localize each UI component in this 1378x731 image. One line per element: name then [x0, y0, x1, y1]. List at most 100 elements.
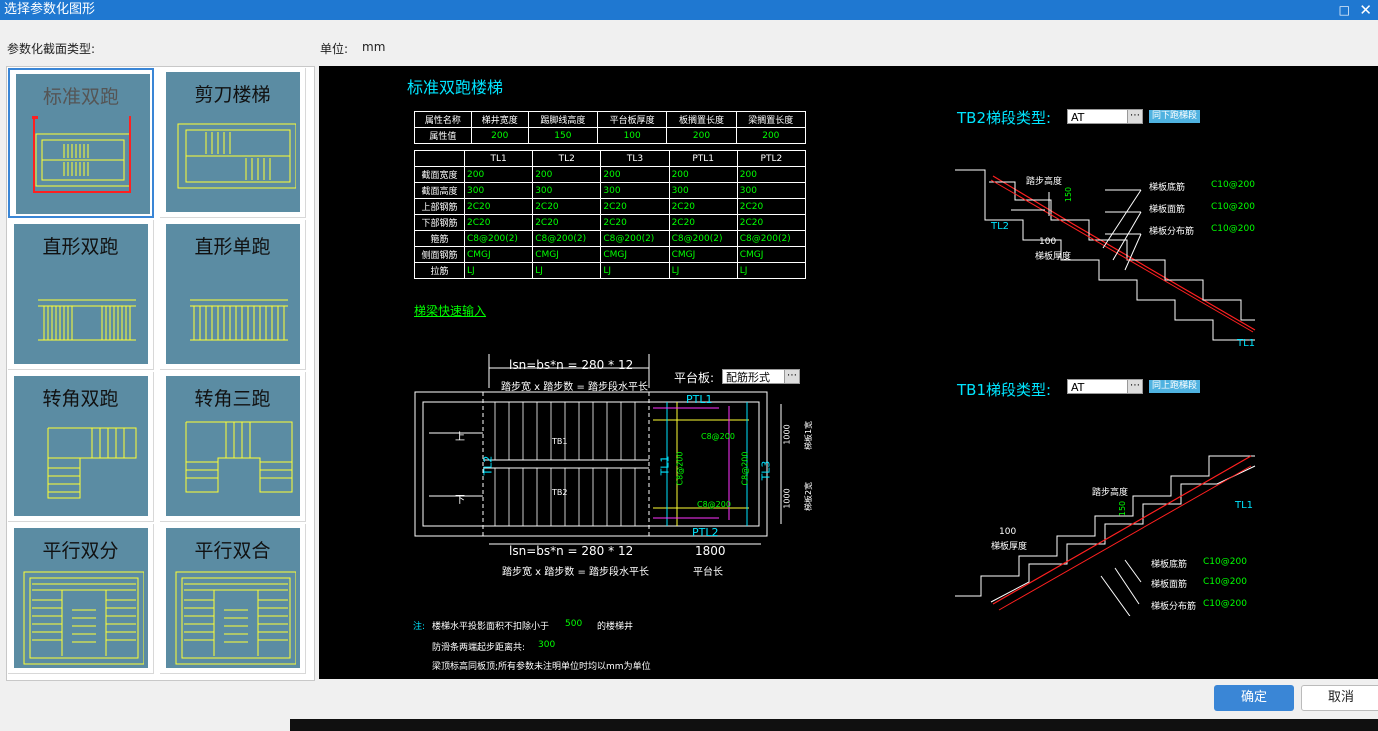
formula-bottom-note: 踏步宽 x 踏步数 = 踏步段水平长: [502, 567, 650, 578]
same-as-lower-run-button[interactable]: 同下跑梯段: [1149, 110, 1201, 123]
same-as-upper-run-button[interactable]: 同上跑梯段: [1149, 380, 1201, 393]
platform-form-select[interactable]: 配筋形式 ⋯: [722, 369, 800, 384]
thumb-corner-double[interactable]: 转角双跑: [8, 372, 154, 522]
thumb-scissor[interactable]: 剪刀楼梯: [160, 68, 306, 218]
beam-header-cell: [414, 150, 465, 167]
prop-header-cell: 梯井宽度: [470, 111, 529, 128]
prop-value-cell[interactable]: 100: [596, 127, 668, 144]
ellipsis-icon[interactable]: ⋯: [784, 370, 799, 383]
beam-cell[interactable]: C8@200(2): [532, 230, 602, 247]
beam-cell[interactable]: 2C20: [600, 198, 670, 215]
beam-cell[interactable]: 2C20: [736, 198, 807, 215]
prop-value-cell[interactable]: 200: [735, 127, 807, 144]
close-icon[interactable]: ✕: [1359, 0, 1372, 20]
up-label: 上: [455, 432, 465, 443]
tb2-dist-bar-value: C10@200: [1211, 224, 1255, 234]
beam-cell[interactable]: 300: [532, 182, 602, 199]
thumb-corner-triple[interactable]: 转角三跑: [160, 372, 306, 522]
beam-cell[interactable]: 2C20: [736, 214, 807, 231]
beam-row-label: 箍筋: [414, 230, 465, 247]
maximize-icon[interactable]: □: [1339, 0, 1350, 20]
thumb-straight-double[interactable]: 直形双跑: [8, 220, 154, 370]
cancel-button[interactable]: 取消: [1301, 685, 1378, 711]
formula-bottom: lsn=bs*n = 280 * 12: [509, 544, 634, 558]
thumb-label: 直形单跑: [194, 236, 271, 258]
beam-row-label: 截面高度: [414, 182, 465, 199]
formula-top-note: 踏步宽 x 踏步数 = 踏步段水平长: [501, 382, 649, 393]
beam-cell[interactable]: 300: [668, 182, 738, 199]
beam-cell[interactable]: 2C20: [463, 198, 534, 215]
ellipsis-icon[interactable]: ⋯: [1127, 380, 1142, 393]
beam-cell[interactable]: 2C20: [668, 198, 738, 215]
thumb-label: 平行双分: [42, 540, 119, 562]
beam-cell[interactable]: LJ: [668, 262, 738, 279]
beam-cell[interactable]: C8@200(2): [736, 230, 807, 247]
beam-cell[interactable]: C8@200(2): [463, 230, 534, 247]
beam-cell[interactable]: CMGJ: [600, 246, 670, 263]
beam-cell[interactable]: 200: [463, 166, 534, 183]
tl2-label: TL2: [481, 455, 495, 476]
beam-row-label: 截面宽度: [414, 166, 465, 183]
ok-button[interactable]: 确定: [1214, 685, 1294, 711]
beam-header-row: TL1 TL2 TL3 PTL1 PTL2: [414, 150, 807, 167]
beam-row-label: 侧面钢筋: [414, 246, 465, 263]
beam-header-cell: TL2: [532, 150, 602, 167]
beam-cell[interactable]: CMGJ: [736, 246, 807, 263]
c8-bottom: C8@200: [697, 500, 731, 509]
quick-input-link[interactable]: 梯梁快速输入: [414, 302, 486, 319]
beam-cell[interactable]: 2C20: [600, 214, 670, 231]
property-header-row: 属性名称 梯井宽度 踢脚线高度 平台板厚度 板搁置长度 梁搁置长度: [414, 111, 807, 128]
beam-cell[interactable]: LJ: [463, 262, 534, 279]
beam-cell[interactable]: CMGJ: [463, 246, 534, 263]
beam-cell[interactable]: LJ: [532, 262, 602, 279]
beam-cell[interactable]: 2C20: [463, 214, 534, 231]
prop-value-label: 属性值: [414, 127, 472, 144]
stair-plan-icon: [32, 116, 131, 193]
beam-row-label: 拉筋: [414, 262, 465, 279]
beam-cell[interactable]: 200: [600, 166, 670, 183]
beam-cell[interactable]: CMGJ: [532, 246, 602, 263]
beam-cell[interactable]: CMGJ: [668, 246, 738, 263]
beam-cell[interactable]: 300: [463, 182, 534, 199]
tb1-tl1-label: TL1: [1235, 500, 1254, 511]
unit-label: 单位:: [320, 42, 349, 56]
beam-cell[interactable]: 300: [600, 182, 670, 199]
cad-preview: 标准双跑楼梯 属性名称 梯井宽度 踢脚线高度 平台板厚度 板搁置长度 梁搁置长度…: [319, 66, 1378, 679]
thumb-straight-single[interactable]: 直形单跑: [160, 220, 306, 370]
beam-cell[interactable]: C8@200(2): [600, 230, 670, 247]
tb1-dist-bar: 梯板分布筋: [1151, 602, 1197, 612]
thumb-standard-double[interactable]: 标准双跑: [8, 68, 154, 218]
prop-value-cell[interactable]: 150: [527, 127, 599, 144]
tb1-label: TB1: [552, 437, 568, 446]
tb1-v150: 150: [1118, 500, 1128, 517]
beam-cell[interactable]: C8@200(2): [668, 230, 738, 247]
tb1-step-height: 踏步高度: [1092, 488, 1129, 498]
prop-value-cell[interactable]: 200: [470, 127, 529, 144]
beam-cell[interactable]: 2C20: [668, 214, 738, 231]
formula-top: lsn=bs*n = 280 * 12: [509, 358, 634, 372]
dim-1800: 1800: [695, 544, 726, 558]
thumb-parallel-split[interactable]: 平行双分: [8, 524, 154, 674]
tb2-type-label: TB2梯段类型:: [957, 109, 1052, 127]
tb2-step-height: 踏步高度: [1026, 177, 1063, 187]
beam-cell[interactable]: 2C20: [532, 198, 602, 215]
thumb-label: 转角双跑: [42, 388, 119, 410]
tb2-type-select[interactable]: AT ⋯: [1067, 109, 1143, 124]
platform-label: 平台板:: [674, 371, 715, 385]
ellipsis-icon[interactable]: ⋯: [1127, 110, 1142, 123]
beam-cell[interactable]: 200: [532, 166, 602, 183]
unit-value: mm: [362, 40, 386, 54]
beam-cell[interactable]: 2C20: [532, 214, 602, 231]
thumb-parallel-merge[interactable]: 平行双合: [160, 524, 306, 674]
beam-cell[interactable]: LJ: [736, 262, 807, 279]
tb1-type-select[interactable]: AT ⋯: [1067, 379, 1143, 394]
stair-plan-icon: [47, 427, 137, 499]
beam-cell[interactable]: LJ: [600, 262, 670, 279]
beam-cell[interactable]: 200: [736, 166, 807, 183]
tb2-v150: 150: [1064, 186, 1074, 203]
stair-plan-icon: [38, 299, 136, 341]
beam-cell[interactable]: 300: [736, 182, 807, 199]
platform-length-label: 平台长: [693, 567, 723, 578]
prop-value-cell[interactable]: 200: [666, 127, 737, 144]
beam-cell[interactable]: 200: [668, 166, 738, 183]
